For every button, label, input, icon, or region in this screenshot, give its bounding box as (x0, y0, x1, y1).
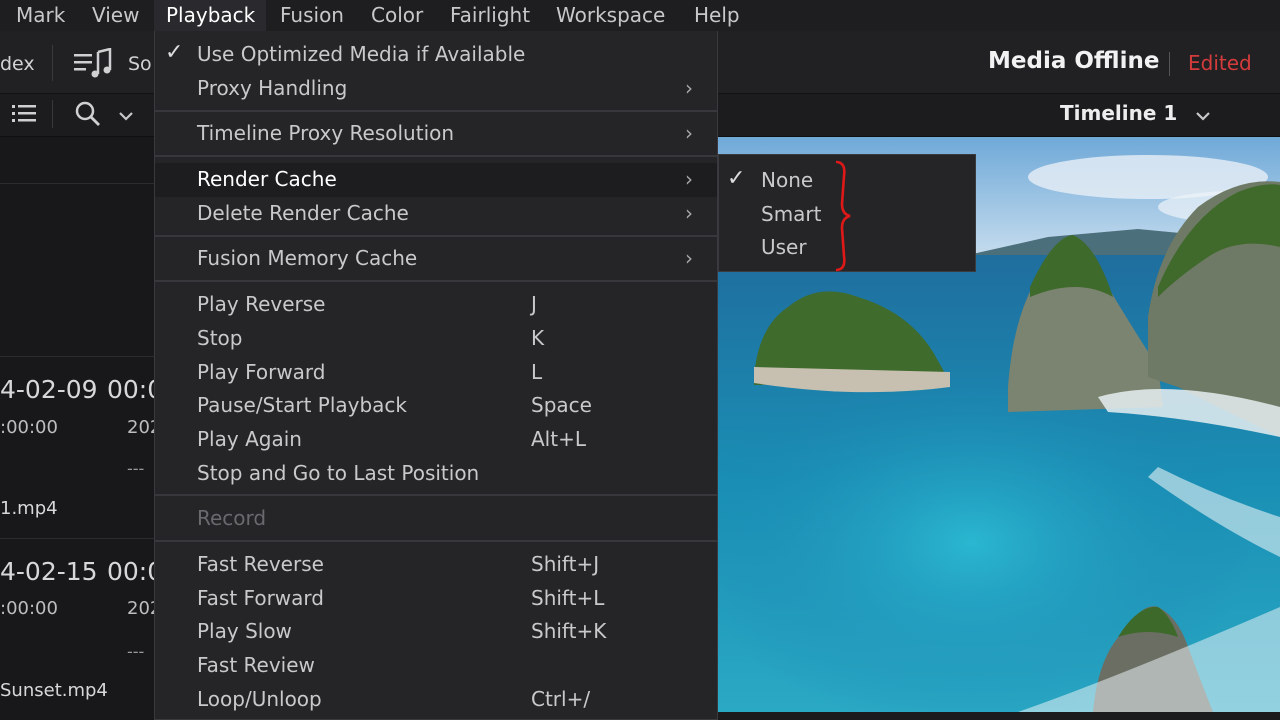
clip-timecode: :00:00 (0, 598, 58, 619)
menu-item-use-optimized-media[interactable]: ✓ Use Optimized Media if Available (155, 38, 717, 72)
media-offline-status: Media Offline (988, 48, 1160, 74)
status-separator (1169, 52, 1170, 76)
shortcut: Shift+K (531, 619, 607, 643)
chevron-right-icon: › (685, 201, 693, 225)
clip-dash: --- (127, 459, 145, 478)
menu-separator (155, 235, 717, 237)
menu-item-play-again[interactable]: Play Again Alt+L (155, 423, 717, 457)
menu-playback[interactable]: Playback (166, 3, 255, 27)
checkmark-icon: ✓ (727, 166, 746, 191)
shortcut: L (531, 360, 543, 384)
menu-item-fast-forward[interactable]: Fast Forward Shift+L (155, 582, 717, 616)
menu-separator (155, 110, 717, 112)
toolbar-divider (52, 45, 53, 81)
pool-divider (0, 183, 155, 184)
clip-date: 4-02-09 (0, 375, 98, 404)
menu-separator (155, 494, 717, 496)
edited-badge: Edited (1188, 51, 1252, 75)
pool-divider (0, 538, 155, 539)
menu-item-stop-and-go-to-last-position[interactable]: Stop and Go to Last Position (155, 457, 717, 491)
menu-item-play-slow[interactable]: Play Slow Shift+K (155, 615, 717, 649)
clip-dash: --- (127, 642, 145, 661)
menu-mark[interactable]: Mark (16, 3, 65, 27)
menu-item-proxy-handling[interactable]: Proxy Handling › (155, 72, 717, 106)
shortcut: Space (531, 393, 592, 417)
shortcut: Alt+L (531, 427, 586, 451)
menu-item-fast-reverse[interactable]: Fast Reverse Shift+J (155, 548, 717, 582)
viewer-bottom-border (718, 712, 1280, 720)
pool-divider (0, 356, 155, 357)
clip-filename: 1.mp4 (0, 498, 58, 519)
list-view-icon[interactable] (12, 103, 38, 127)
chevron-down-icon[interactable] (118, 108, 134, 127)
sound-library-label[interactable]: So (128, 53, 152, 75)
menu-item-pause-start-playback[interactable]: Pause/Start Playback Space (155, 389, 717, 423)
shortcut: K (531, 326, 545, 350)
menu-item-fusion-memory-cache[interactable]: Fusion Memory Cache › (155, 242, 717, 276)
menu-separator (155, 540, 717, 542)
menu-fairlight[interactable]: Fairlight (450, 3, 530, 27)
subbar-divider (52, 100, 53, 128)
menu-item-render-cache[interactable]: Render Cache › (155, 163, 717, 197)
timeline-selector-label[interactable]: Timeline 1 (1060, 101, 1177, 125)
checkmark-icon: ✓ (165, 40, 184, 65)
menu-item-stop[interactable]: Stop K (155, 322, 717, 356)
clip-filename: Sunset.mp4 (0, 680, 108, 701)
timeline-chevron-down-icon[interactable] (1195, 108, 1211, 127)
shortcut: J (531, 292, 537, 316)
shortcut: Shift+J (531, 552, 600, 576)
menu-separator (155, 280, 717, 282)
playback-menu: ✓ Use Optimized Media if Available Proxy… (154, 31, 718, 720)
sound-library-icon[interactable] (74, 47, 114, 84)
chevron-right-icon: › (685, 167, 693, 191)
menu-item-record: Record (197, 506, 267, 530)
chevron-right-icon: › (685, 246, 693, 270)
clip-date: 4-02-15 (0, 557, 98, 586)
clip-timecode: :00:00 (0, 417, 58, 438)
menu-item-delete-render-cache[interactable]: Delete Render Cache › (155, 197, 717, 231)
shortcut: Ctrl+/ (531, 687, 591, 711)
index-tab-label[interactable]: dex (0, 53, 35, 75)
shortcut: Shift+L (531, 586, 605, 610)
menu-item-fast-review[interactable]: Fast Review (155, 649, 717, 683)
menu-item-timeline-proxy-resolution[interactable]: Timeline Proxy Resolution › (155, 117, 717, 151)
menu-fusion[interactable]: Fusion (280, 3, 344, 27)
menu-item-play-forward[interactable]: Play Forward L (155, 356, 717, 390)
chevron-right-icon: › (685, 76, 693, 100)
annotation-brace (830, 160, 856, 276)
menu-separator (155, 155, 717, 157)
menu-color[interactable]: Color (371, 3, 423, 27)
menu-workspace[interactable]: Workspace (556, 3, 665, 27)
menu-item-loop-unloop[interactable]: Loop/Unloop Ctrl+/ (155, 683, 717, 717)
menu-item-play-reverse[interactable]: Play Reverse J (155, 288, 717, 322)
menu-help[interactable]: Help (694, 3, 740, 27)
menubar: Mark View Playback Fusion Color Fairligh… (0, 0, 1280, 31)
chevron-right-icon: › (685, 121, 693, 145)
menu-view[interactable]: View (92, 3, 139, 27)
search-icon[interactable] (74, 100, 102, 132)
